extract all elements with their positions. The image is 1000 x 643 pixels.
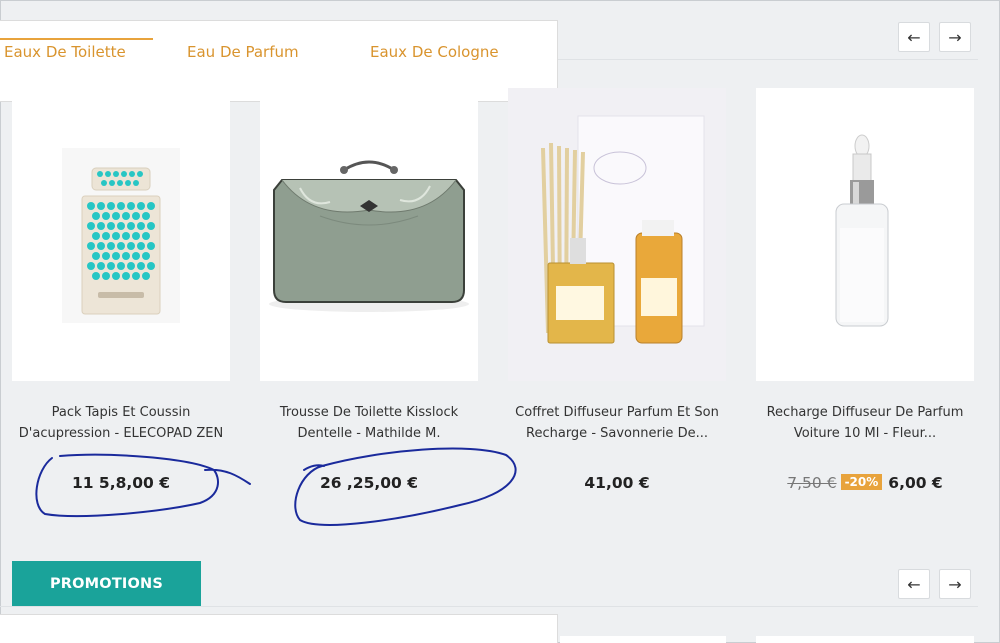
promotions-tabs bbox=[0, 614, 558, 643]
promotions-next-button[interactable]: → bbox=[939, 569, 971, 599]
arrow-right-icon: → bbox=[948, 574, 962, 594]
product-image-car-diffuser-refill[interactable] bbox=[756, 88, 974, 381]
acupressure-mat-illustration bbox=[62, 148, 180, 323]
diffuser-set-illustration bbox=[508, 88, 726, 381]
product-image-acupressure-mat[interactable] bbox=[12, 88, 230, 381]
carousel-next-button[interactable]: → bbox=[939, 22, 971, 52]
tab-eaux-de-cologne[interactable]: Eaux De Cologne bbox=[370, 43, 499, 61]
dropper-bottle-illustration bbox=[835, 134, 889, 327]
discount-badge: -20% bbox=[840, 474, 883, 490]
product-name-acupressure-mat[interactable]: Pack Tapis Et Coussin D'acupression - EL… bbox=[1, 402, 241, 444]
old-price: 7,50 € bbox=[787, 474, 837, 492]
product-card-partial bbox=[560, 636, 726, 643]
arrow-left-icon: ← bbox=[907, 574, 921, 594]
arrow-right-icon: → bbox=[948, 27, 962, 47]
current-price: 6,00 € bbox=[888, 474, 943, 492]
product-price: 26 ,25,00 € bbox=[319, 474, 419, 492]
tab-eau-de-parfum[interactable]: Eau De Parfum bbox=[187, 43, 299, 61]
tab-eaux-de-toilette[interactable]: Eaux De Toilette bbox=[4, 43, 126, 61]
section-divider bbox=[0, 606, 978, 607]
product-price: 11 5,8,00 € bbox=[71, 474, 171, 492]
carousel-prev-button[interactable]: ← bbox=[898, 22, 930, 52]
product-card-partial bbox=[756, 636, 974, 643]
product-price: 41,00 € bbox=[584, 474, 650, 492]
product-name-diffuser-set[interactable]: Coffret Diffuseur Parfum Et Son Recharge… bbox=[497, 402, 737, 444]
promotions-prev-button[interactable]: ← bbox=[898, 569, 930, 599]
active-tab-indicator bbox=[0, 38, 153, 40]
product-name-toiletry-bag[interactable]: Trousse De Toilette Kisslock Dentelle - … bbox=[249, 402, 489, 444]
product-image-toiletry-bag[interactable] bbox=[260, 88, 478, 381]
product-price: 7,50 € -20% 6,00 € bbox=[745, 474, 985, 492]
promotions-button[interactable]: PROMOTIONS bbox=[12, 561, 201, 606]
product-name-car-diffuser-refill[interactable]: Recharge Diffuseur De Parfum Voiture 10 … bbox=[745, 402, 985, 444]
product-image-diffuser-set[interactable] bbox=[508, 88, 726, 381]
arrow-left-icon: ← bbox=[907, 27, 921, 47]
toiletry-bag-illustration bbox=[269, 160, 469, 312]
